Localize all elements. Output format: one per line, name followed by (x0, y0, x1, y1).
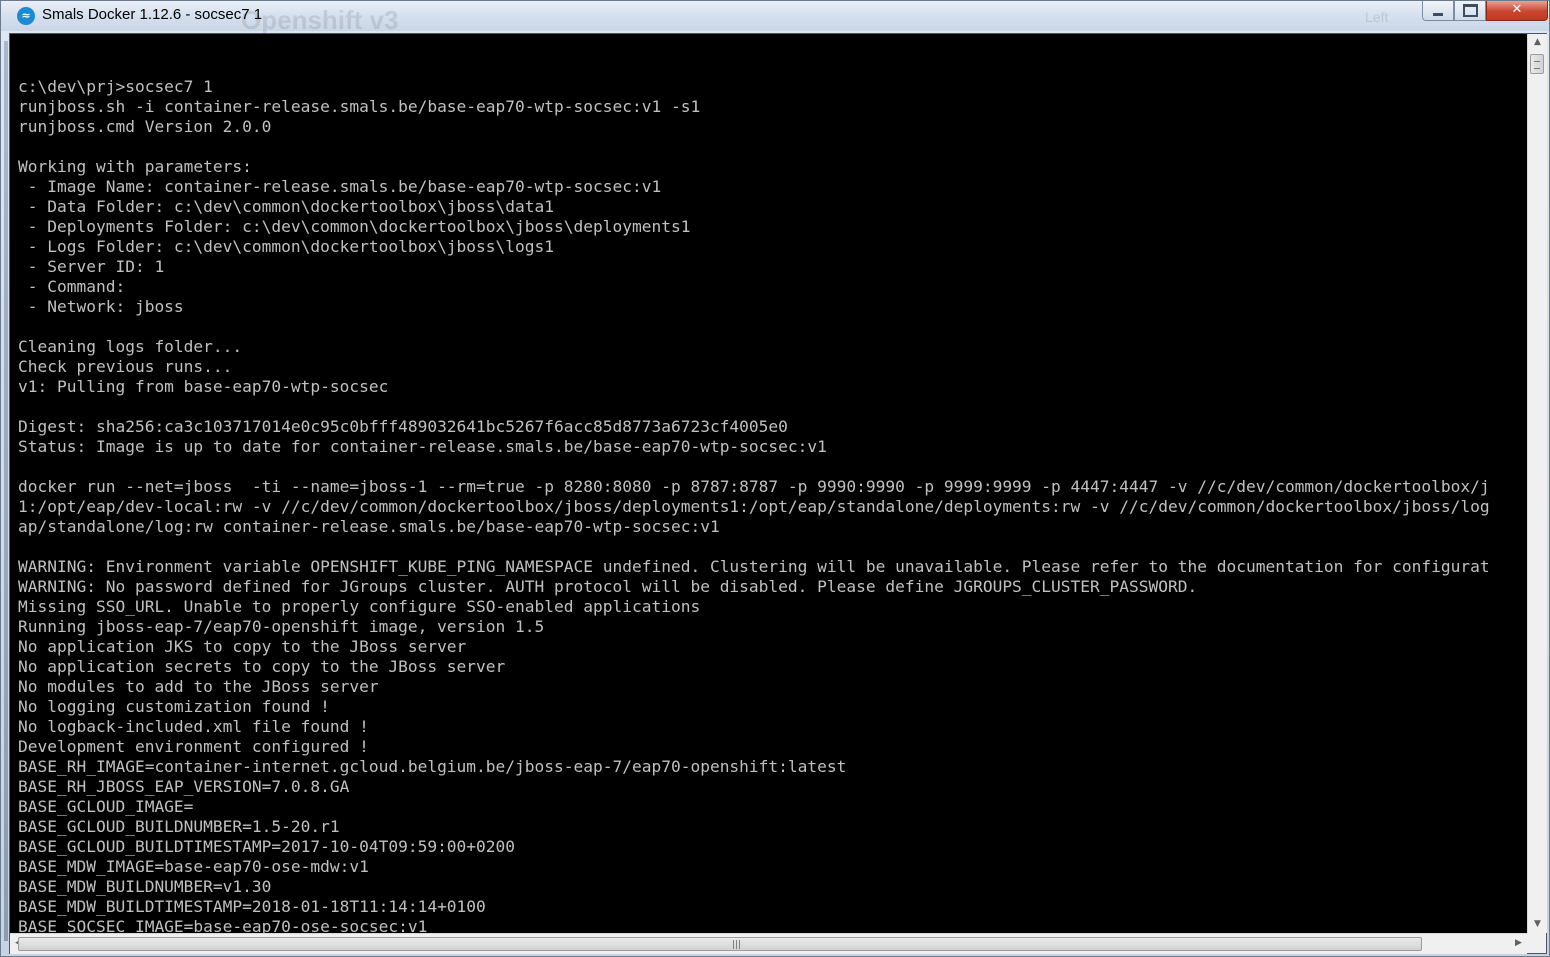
vertical-scroll-thumb[interactable] (1530, 54, 1544, 74)
console-window: ≈ Openshift v3 Left Smals Docker 1.12.6 … (0, 0, 1550, 957)
title-bar[interactable]: ≈ Openshift v3 Left Smals Docker 1.12.6 … (1, 1, 1549, 35)
console-line: v1: Pulling from base-eap70-wtp-socsec (18, 377, 389, 396)
console-line: BASE_MDW_BUILDTIMESTAMP=2018-01-18T11:14… (18, 897, 486, 916)
console-line: BASE_MDW_IMAGE=base-eap70-ose-mdw:v1 (18, 857, 369, 876)
console-line: BASE_GCLOUD_BUILDNUMBER=1.5-20.r1 (18, 817, 340, 836)
close-button[interactable]: ✕ (1486, 1, 1548, 21)
console-line: runjboss.sh -i container-release.smals.b… (18, 97, 701, 116)
console-line: Missing SSO_URL. Unable to properly conf… (18, 597, 701, 616)
window-title: Smals Docker 1.12.6 - socsec7 1 (42, 6, 263, 23)
minimize-button[interactable] (1422, 1, 1454, 21)
horizontal-scrollbar[interactable]: ◀ ||| ▶ (10, 933, 1527, 954)
console-line: Working with parameters: (18, 157, 252, 176)
console-line: Check previous runs... (18, 357, 233, 376)
docker-whale-icon[interactable]: ≈ (17, 7, 35, 25)
console-line: No logging customization found ! (18, 697, 330, 716)
console-line: BASE_RH_JBOSS_EAP_VERSION=7.0.8.GA (18, 777, 350, 796)
console-line: No modules to add to the JBoss server (18, 677, 379, 696)
console-line: WARNING: Environment variable OPENSHIFT_… (18, 557, 1490, 576)
scroll-right-arrow-icon[interactable]: ▶ (1510, 935, 1527, 952)
scrollbar-corner (1527, 933, 1546, 953)
maximize-button[interactable] (1454, 1, 1486, 21)
vertical-scrollbar[interactable]: ▲ ▼ (1527, 34, 1547, 933)
console-line: ap/standalone/log:rw container-release.s… (18, 517, 720, 536)
console-line: BASE_RH_IMAGE=container-internet.gcloud.… (18, 757, 847, 776)
window-left-border (4, 41, 8, 941)
scroll-grip-icon: ||| (732, 940, 742, 950)
console-line: Cleaning logs folder... (18, 337, 243, 356)
console-line: - Server ID: 1 (18, 257, 165, 276)
scroll-up-arrow-icon[interactable]: ▲ (1528, 34, 1547, 51)
console-line: Running jboss-eap-7/eap70-openshift imag… (18, 617, 545, 636)
scroll-down-arrow-icon[interactable]: ▼ (1528, 916, 1547, 933)
background-ghost-text: Openshift v3 (241, 5, 399, 35)
console-output[interactable]: c:\dev\prj>socsec7 1 runjboss.sh -i conta… (18, 57, 1528, 937)
console-line: - Image Name: container-release.smals.be… (18, 177, 662, 196)
console-line: - Command: (18, 277, 126, 296)
console-line: - Network: jboss (18, 297, 184, 316)
console-line: No application JKS to copy to the JBoss … (18, 637, 467, 656)
console-line: - Logs Folder: c:\dev\common\dockertoolb… (18, 237, 555, 256)
console-line: docker run --net=jboss -ti --name=jboss-… (18, 477, 1490, 496)
horizontal-scroll-thumb[interactable]: ||| (18, 937, 1422, 951)
maximize-icon (1462, 4, 1478, 17)
console-line: Status: Image is up to date for containe… (18, 437, 827, 456)
minimize-icon (1433, 13, 1443, 16)
console-line: No logback-included.xml file found ! (18, 717, 369, 736)
console-line: BASE_GCLOUD_BUILDTIMESTAMP=2017-10-04T09… (18, 837, 516, 856)
console-line: Development environment configured ! (18, 737, 369, 756)
console-line: runjboss.cmd Version 2.0.0 (18, 117, 272, 136)
console-line: WARNING: No password defined for JGroups… (18, 577, 1198, 596)
console-line: - Data Folder: c:\dev\common\dockertoolb… (18, 197, 555, 216)
console-line: 1:/opt/eap/dev-local:rw -v //c/dev/commo… (18, 497, 1490, 516)
console-line: Digest: sha256:ca3c103717014e0c95c0bfff4… (18, 417, 788, 436)
console-line: - Deployments Folder: c:\dev\common\dock… (18, 217, 691, 236)
console-line: No application secrets to copy to the JB… (18, 657, 506, 676)
console-line: BASE_MDW_BUILDNUMBER=v1.30 (18, 877, 272, 896)
close-icon: ✕ (1511, 2, 1523, 17)
console-area[interactable]: c:\dev\prj>socsec7 1 runjboss.sh -i conta… (9, 33, 1547, 954)
console-line: c:\dev\prj>socsec7 1 (18, 77, 213, 96)
console-line: BASE_GCLOUD_IMAGE= (18, 797, 194, 816)
background-ghost-right-text: Left (1365, 9, 1389, 25)
